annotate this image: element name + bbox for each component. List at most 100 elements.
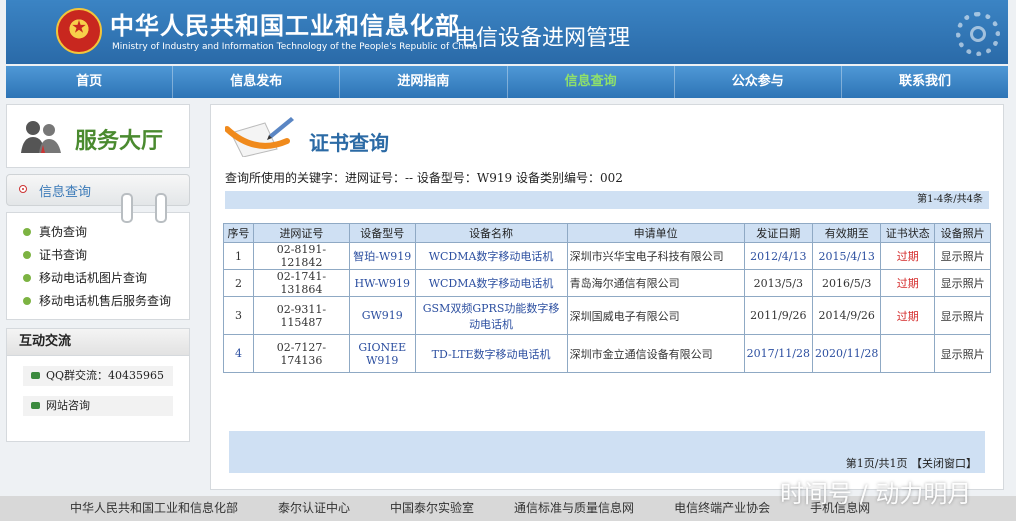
query-keyword: 查询所使用的关键字：进网证号：-- 设备型号：W919 设备类别编号：002	[225, 171, 623, 185]
nav-item-contact[interactable]: 联系我们	[842, 66, 1008, 98]
menu-item-certificate[interactable]: 证书查询	[7, 244, 189, 267]
row-number: 2	[223, 269, 254, 297]
table-row: 2 02-1741-131864 HW-W919 WCDMA数字移动电话机 青岛…	[223, 269, 991, 297]
valid-until: 2020/11/28	[811, 334, 882, 373]
issue-date: 2013/5/3	[743, 269, 814, 297]
table-row: 4 02-7127-174136 GIONEE W919 TD-LTE数字移动电…	[223, 334, 991, 373]
pencil-paper-icon	[225, 117, 294, 157]
menu-label: 真伪查询	[39, 225, 88, 239]
chat-icon	[31, 372, 40, 379]
applicant: 深圳市兴华宝电子科技有限公司	[566, 242, 745, 270]
footer-link-terminal-assoc[interactable]: 电信终端产业协会	[674, 496, 770, 521]
interaction-title: 互动交流	[7, 329, 189, 356]
cert-status: 过期	[880, 296, 936, 335]
device-model: GW919	[349, 296, 416, 335]
arrow-circle-icon	[23, 227, 31, 236]
service-hall-title: 服务大厅	[75, 128, 164, 154]
footer-link-standards[interactable]: 通信标准与质量信息网	[514, 496, 634, 521]
applicant: 深圳市金立通信设备有限公司	[566, 334, 745, 373]
page-title: 证书查询	[309, 131, 389, 155]
applicant: 深圳国威电子有限公司	[566, 296, 745, 335]
menu-label: 移动电话机图片查询	[39, 271, 148, 285]
footer-link-tenaa-cert[interactable]: 泰尔认证中心	[278, 496, 350, 521]
interaction-panel: 互动交流 QQ群交流：40435965 网站咨询	[6, 328, 190, 442]
device-name: WCDMA数字移动电话机	[414, 269, 568, 297]
cert-number: 02-8191-121842	[252, 242, 351, 270]
nav-item-query[interactable]: 信息查询	[508, 66, 675, 98]
gear-icon	[956, 12, 1000, 56]
issue-date: 2012/4/13	[743, 242, 814, 270]
table-row: 3 02-9311-115487 GW919 GSM双频GPRS功能数字移动电话…	[223, 296, 991, 335]
show-photo-link[interactable]: 显示照片	[934, 242, 991, 270]
nav-item-home[interactable]: 首页	[6, 66, 174, 98]
site-consult-link[interactable]: 网站咨询	[23, 396, 173, 416]
result-footer: 第1页/共1页 【关闭窗口】	[229, 431, 985, 473]
device-name: GSM双频GPRS功能数字移动电话机	[414, 296, 568, 335]
service-hall-panel: 服务大厅	[6, 104, 190, 168]
issue-date: 2017/11/28	[743, 334, 814, 373]
column-header: 设备名称	[414, 223, 568, 243]
cert-status: 过期	[880, 242, 936, 270]
column-header: 序号	[223, 223, 254, 243]
nav-item-guide[interactable]: 进网指南	[340, 66, 508, 98]
national-emblem-icon	[56, 8, 102, 54]
cert-query-header: 证书查询	[211, 105, 1003, 163]
column-header: 申请单位	[566, 223, 745, 243]
nav-item-public[interactable]: 公众参与	[675, 66, 842, 98]
show-photo-link[interactable]: 显示照片	[934, 296, 991, 335]
results-table: 序号 进网证号 设备型号 设备名称 申请单位 发证日期 有效期至 证书状态 设备…	[223, 223, 991, 373]
arrow-circle-icon	[23, 296, 31, 305]
watermark-text: 时间号 / 动力明月	[780, 480, 972, 508]
device-name: WCDMA数字移动电话机	[414, 242, 568, 270]
show-photo-link[interactable]: 显示照片	[934, 269, 991, 297]
device-name: TD-LTE数字移动电话机	[414, 334, 568, 373]
sidebar: 服务大厅 信息查询 真伪查询 证书查询 移动电话机图片查询 移动电话机售后服务查…	[6, 104, 190, 442]
cert-number: 02-1741-131864	[252, 269, 351, 297]
column-header: 设备型号	[349, 223, 416, 243]
column-header: 有效期至	[811, 223, 882, 243]
cert-number: 02-7127-174136	[252, 334, 351, 373]
row-number: 4	[223, 334, 254, 373]
table-header-row: 序号 进网证号 设备型号 设备名称 申请单位 发证日期 有效期至 证书状态 设备…	[223, 223, 991, 243]
ministry-name-cn: 中华人民共和国工业和信息化部	[110, 11, 460, 40]
column-header: 设备照片	[934, 223, 991, 243]
menu-label: 移动电话机售后服务查询	[39, 294, 172, 308]
pager-top: 第1-4条/共4条	[225, 191, 989, 209]
cert-status: 过期	[880, 269, 936, 297]
query-menu: 真伪查询 证书查询 移动电话机图片查询 移动电话机售后服务查询	[6, 212, 190, 320]
row-number: 1	[223, 242, 254, 270]
cert-number: 02-9311-115487	[252, 296, 351, 335]
arrow-circle-icon	[23, 273, 31, 282]
device-model: HW-W919	[349, 269, 416, 297]
paperclip-icon	[155, 193, 167, 223]
menu-item-authenticity[interactable]: 真伪查询	[7, 221, 189, 244]
people-icon	[21, 121, 61, 153]
cert-status	[880, 334, 936, 373]
row-number: 3	[223, 296, 254, 335]
bullet-icon	[19, 185, 27, 193]
main-content: 证书查询 查询所使用的关键字：进网证号：-- 设备型号：W919 设备类别编号：…	[210, 104, 1004, 490]
column-header: 发证日期	[743, 223, 814, 243]
ministry-name-en: Ministry of Industry and Information Tec…	[112, 42, 478, 52]
device-model: 智珀-W919	[349, 242, 416, 270]
menu-item-after-sales[interactable]: 移动电话机售后服务查询	[7, 290, 189, 313]
qq-group-link[interactable]: QQ群交流：40435965	[23, 366, 173, 386]
nav-item-news[interactable]: 信息发布	[173, 66, 341, 98]
info-query-tab[interactable]: 信息查询	[6, 174, 190, 223]
menu-item-phone-images[interactable]: 移动电话机图片查询	[7, 267, 189, 290]
pager-bottom[interactable]: 第1页/共1页 【关闭窗口】	[846, 455, 977, 471]
table-row: 1 02-8191-121842 智珀-W919 WCDMA数字移动电话机 深圳…	[223, 242, 991, 270]
valid-until: 2015/4/13	[811, 242, 882, 270]
arrow-circle-icon	[23, 250, 31, 259]
qq-group-label: QQ群交流：40435965	[46, 369, 165, 382]
show-photo-link[interactable]: 显示照片	[934, 334, 991, 373]
site-title: 电信设备进网管理	[454, 26, 631, 51]
footer-link-miit[interactable]: 中华人民共和国工业和信息化部	[70, 496, 238, 521]
valid-until: 2014/9/26	[811, 296, 882, 335]
footer-link-tenaa-lab[interactable]: 中国泰尔实验室	[390, 496, 474, 521]
info-query-label: 信息查询	[39, 185, 92, 200]
paperclip-icon	[121, 193, 133, 223]
menu-label: 证书查询	[39, 248, 88, 262]
column-header: 进网证号	[252, 223, 351, 243]
issue-date: 2011/9/26	[743, 296, 814, 335]
